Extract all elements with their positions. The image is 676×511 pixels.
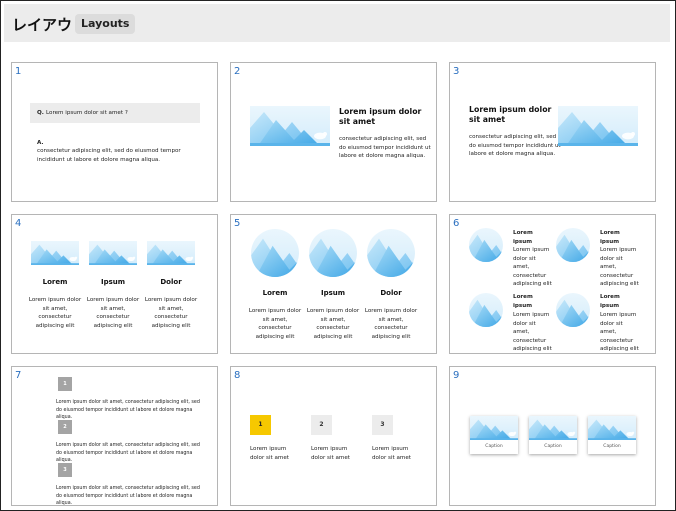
step-text: Lorem ipsum dolor sit amet, consectetur …	[56, 486, 200, 506]
answer-text: consectetur adipiscing elit, sed do eius…	[37, 148, 181, 163]
step-number-box: 1	[58, 377, 72, 391]
column-title: Ipsum	[100, 278, 126, 286]
layout-card-7[interactable]: 7 1 Lorem ipsum dolor sit amet, consecte…	[11, 366, 218, 506]
mountain-bear-image	[31, 241, 79, 265]
step-text: Lorem ipsum dolor sit amet, consectetur …	[56, 443, 200, 463]
step-number-box: 3	[58, 463, 72, 477]
card-body: consectetur adipiscing elit, sed do eius…	[469, 134, 561, 158]
item-title: Lorem ipsum	[513, 230, 533, 245]
mountain-circle-image	[367, 229, 415, 277]
layout-card-6[interactable]: 6 Lorem ipsum Lorem ipsum dolor sit amet…	[449, 214, 656, 354]
layout-card-4[interactable]: 4 Lorem Ipsum Dolor Lorem ipsum dolor si…	[11, 214, 218, 354]
tab-1-box[interactable]: 1	[250, 415, 271, 435]
card-number: 9	[453, 370, 460, 381]
caption-card[interactable]: Caption	[470, 416, 518, 454]
card-body: consectetur adipiscing elit, sed do eius…	[339, 136, 431, 160]
tab-text: Lorem ipsum dolor sit amet	[372, 446, 411, 461]
question-box: Q. Lorem ipsum dolor sit amet ?	[30, 103, 200, 123]
caption-text: Caption	[485, 444, 503, 449]
item-body: Lorem ipsum dolor sit amet, consectetur …	[600, 312, 639, 353]
item-body: Lorem ipsum dolor sit amet, consectetur …	[513, 312, 552, 353]
column-body: Lorem ipsum dolor sit amet, consectetur …	[364, 308, 418, 340]
mountain-circle-image	[556, 293, 590, 327]
card-heading: Lorem ipsum dolor sit amet	[339, 107, 422, 126]
column-title: Lorem	[262, 289, 288, 297]
column-body: Lorem ipsum dolor sit amet, consectetur …	[144, 297, 198, 329]
card-number: 8	[234, 370, 241, 381]
mountain-circle-image	[309, 229, 357, 277]
mountain-bear-image	[470, 416, 518, 440]
item-body: Lorem ipsum dolor sit amet, consectetur …	[600, 247, 639, 288]
column-title: Lorem	[42, 278, 68, 286]
item-title: Lorem ipsum	[600, 230, 620, 245]
tab-text: Lorem ipsum dolor sit amet	[311, 446, 350, 461]
step-text: Lorem ipsum dolor sit amet, consectetur …	[56, 400, 200, 420]
item-title: Lorem ipsum	[513, 294, 533, 309]
tab-text: Lorem ipsum dolor sit amet	[250, 446, 289, 461]
question-text: Lorem ipsum dolor sit amet ?	[46, 110, 128, 116]
mountain-bear-image	[558, 106, 638, 146]
card-number: 5	[234, 218, 241, 229]
mountain-bear-image	[588, 416, 636, 440]
item-body: Lorem ipsum dolor sit amet, consectetur …	[513, 247, 552, 288]
column-title: Ipsum	[320, 289, 346, 297]
tab-3-box[interactable]: 3	[372, 415, 393, 435]
column-title: Dolor	[160, 278, 182, 286]
layout-card-9[interactable]: 9 Caption Caption Caption	[449, 366, 656, 506]
caption-card[interactable]: Caption	[529, 416, 577, 454]
column-body: Lorem ipsum dolor sit amet, consectetur …	[306, 308, 360, 340]
layout-card-8[interactable]: 8 1 2 3 Lorem ipsum dolor sit amet Lorem…	[230, 366, 437, 506]
layouts-badge: Layouts	[75, 14, 136, 34]
card-number: 3	[453, 66, 460, 77]
card-number: 2	[234, 66, 241, 77]
column-title: Dolor	[380, 289, 402, 297]
card-number: 6	[453, 218, 460, 229]
layout-card-3[interactable]: 3 Lorem ipsum dolor sit amet consectetur…	[449, 62, 656, 202]
mountain-bear-image	[529, 416, 577, 440]
layout-card-5[interactable]: 5 Lorem Ipsum Dolor Lorem ipsum dolor si…	[230, 214, 437, 354]
mountain-circle-image	[251, 229, 299, 277]
card-heading: Lorem ipsum dolor sit amet	[469, 105, 552, 124]
layout-card-2[interactable]: 2 Lorem ipsum dolor sit amet consectetur…	[230, 62, 437, 202]
caption-text: Caption	[603, 444, 621, 449]
question-label: Q.	[37, 110, 44, 116]
item-title: Lorem ipsum	[600, 294, 620, 309]
caption-card[interactable]: Caption	[588, 416, 636, 454]
page-header: レイアウト Layouts	[4, 4, 670, 42]
card-number: 7	[15, 370, 22, 381]
mountain-bear-image	[147, 241, 195, 265]
column-body: Lorem ipsum dolor sit amet, consectetur …	[248, 308, 302, 340]
card-number: 4	[15, 218, 22, 229]
caption-text: Caption	[544, 444, 562, 449]
step-number-box: 2	[58, 420, 72, 434]
card-number: 1	[15, 66, 22, 77]
mountain-circle-image	[556, 228, 590, 262]
column-body: Lorem ipsum dolor sit amet, consectetur …	[28, 297, 82, 329]
mountain-circle-image	[469, 293, 503, 327]
tab-2-box[interactable]: 2	[311, 415, 332, 435]
layout-card-1[interactable]: 1 Q. Lorem ipsum dolor sit amet ? A. con…	[11, 62, 218, 202]
mountain-bear-image	[89, 241, 137, 265]
mountain-circle-image	[469, 228, 503, 262]
mountain-bear-image	[250, 106, 330, 146]
column-body: Lorem ipsum dolor sit amet, consectetur …	[86, 297, 140, 329]
